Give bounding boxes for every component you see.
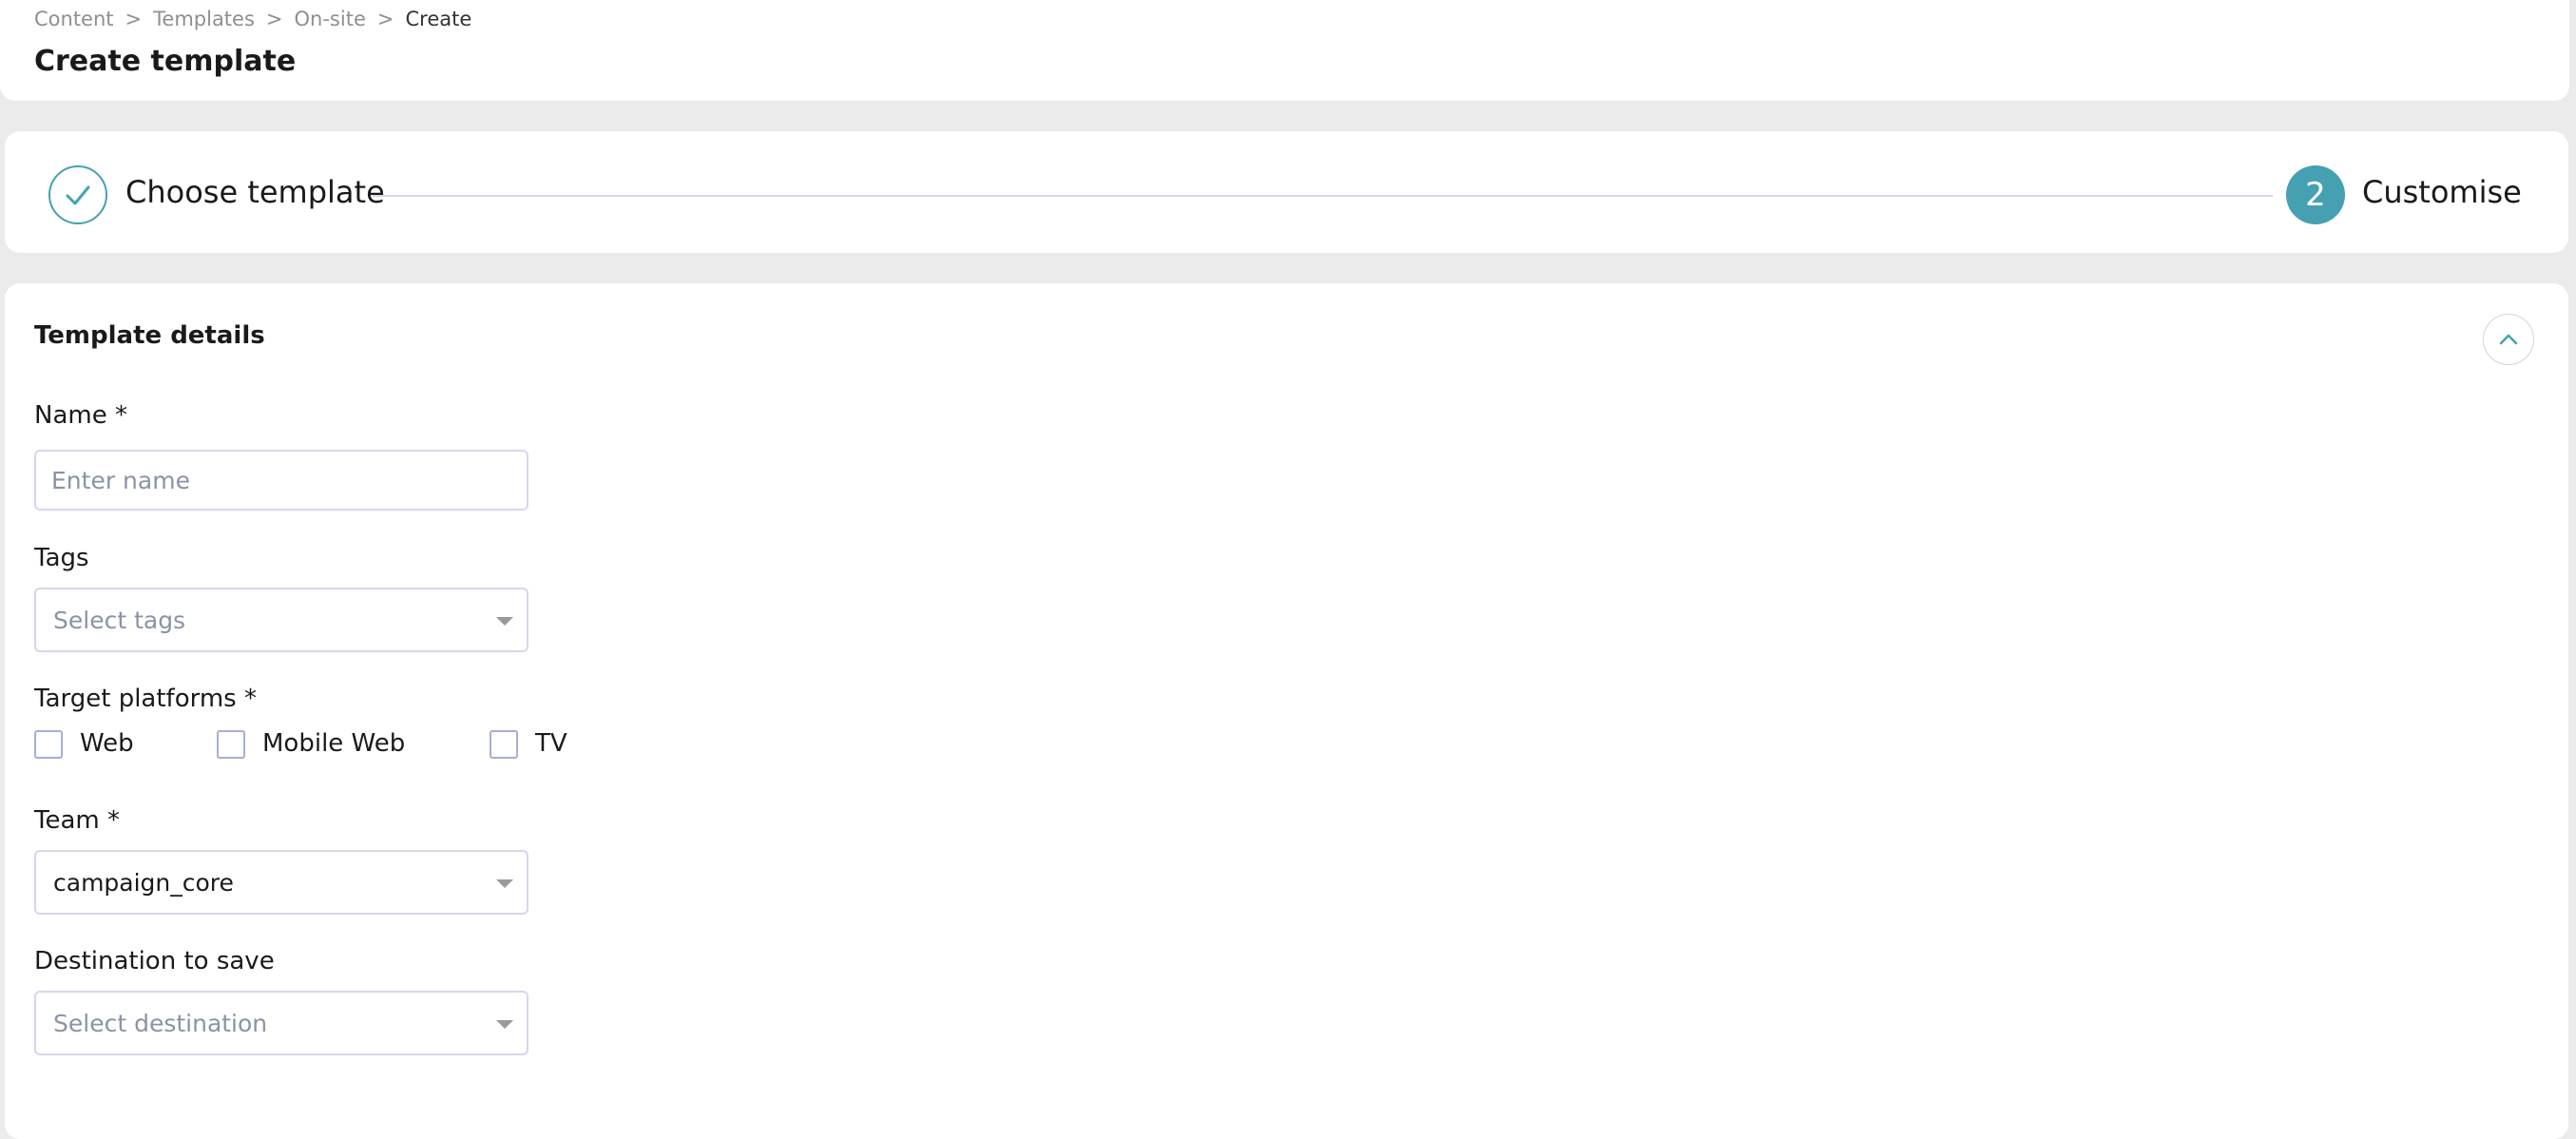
destination-select[interactable]: Select destination	[34, 991, 529, 1055]
name-input[interactable]	[34, 450, 529, 511]
caret-down-icon	[496, 617, 513, 626]
page-header: Content > Templates > On-site > Create Create …	[0, 0, 2569, 101]
stepper: Choose template 2 Customise	[5, 131, 2568, 253]
breadcrumb-item-content[interactable]: Content	[34, 8, 114, 30]
team-select[interactable]: campaign_core	[34, 850, 529, 915]
tags-select[interactable]: Select tags	[34, 588, 529, 652]
breadcrumb-separator: >	[125, 8, 143, 30]
checkbox-tv-box[interactable]	[490, 730, 518, 759]
section-title: Template details	[34, 321, 265, 350]
breadcrumb: Content > Templates > On-site > Create	[34, 8, 471, 30]
step-1-label[interactable]: Choose template	[125, 174, 385, 210]
checkbox-mobile-web-label[interactable]: Mobile Web	[262, 729, 405, 758]
step-1-indicator[interactable]	[48, 165, 107, 224]
team-select-value: campaign_core	[53, 869, 234, 897]
breadcrumb-item-current: Create	[405, 8, 472, 30]
check-icon	[66, 185, 90, 205]
breadcrumb-item-on-site[interactable]: On-site	[295, 8, 366, 30]
tags-label: Tags	[34, 544, 89, 572]
breadcrumb-separator: >	[265, 8, 283, 30]
checkbox-web-box[interactable]	[34, 730, 63, 759]
tags-select-placeholder: Select tags	[53, 607, 186, 634]
step-2-label: Customise	[2362, 174, 2522, 210]
chevron-up-icon	[2499, 334, 2518, 345]
step-connector	[373, 195, 2273, 197]
step-2-indicator: 2	[2286, 165, 2345, 224]
caret-down-icon	[496, 879, 513, 888]
destination-label: Destination to save	[34, 947, 275, 975]
collapse-button[interactable]	[2483, 314, 2534, 365]
page-title: Create template	[34, 45, 297, 78]
template-details-panel: Template details Name * Tags Select tags…	[5, 283, 2568, 1139]
caret-down-icon	[496, 1020, 513, 1029]
target-platforms-label: Target platforms *	[34, 685, 257, 713]
checkbox-tv-label[interactable]: TV	[535, 729, 567, 758]
checkbox-mobile-web-box[interactable]	[217, 730, 245, 759]
breadcrumb-separator: >	[376, 8, 394, 30]
destination-select-placeholder: Select destination	[53, 1010, 268, 1037]
breadcrumb-item-templates[interactable]: Templates	[153, 8, 255, 30]
name-label: Name *	[34, 401, 127, 430]
team-label: Team *	[34, 806, 120, 835]
checkbox-web-label[interactable]: Web	[80, 729, 134, 758]
